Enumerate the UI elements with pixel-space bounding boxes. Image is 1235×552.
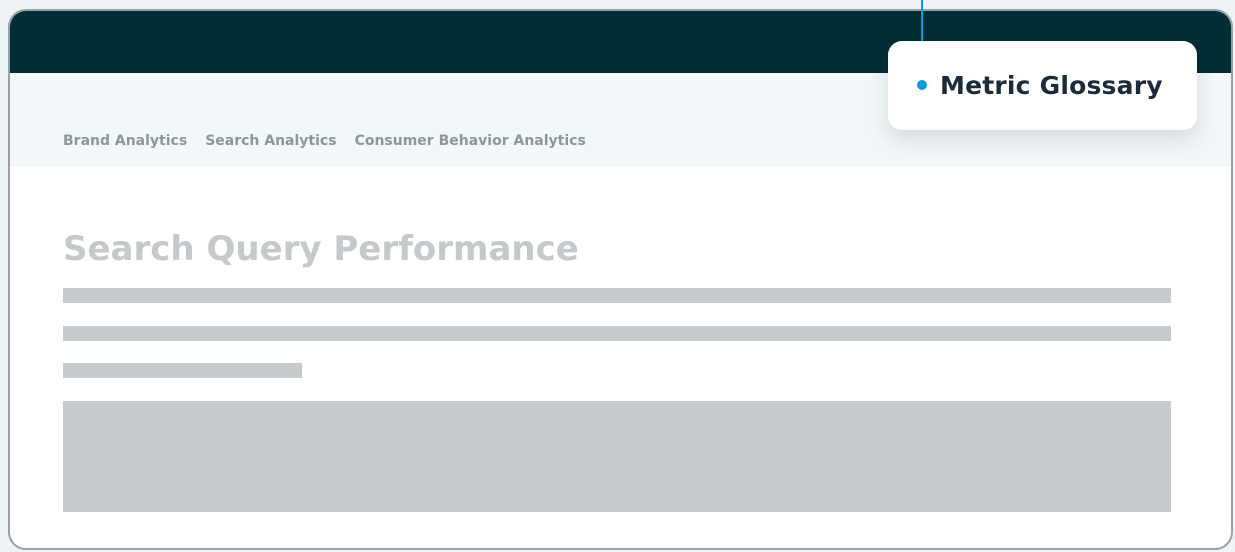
page-title: Search Query Performance [63,229,579,269]
skeleton-line-1 [63,288,1171,303]
metric-glossary-callout[interactable]: Metric Glossary [888,41,1197,130]
nav-link-search-analytics[interactable]: Search Analytics [205,133,336,149]
skeleton-line-3 [63,363,302,378]
skeleton-content-block [63,401,1171,512]
metric-glossary-label: Metric Glossary [940,71,1163,100]
analytics-nav: Brand Analytics Search Analytics Consume… [63,133,586,149]
nav-link-brand-analytics[interactable]: Brand Analytics [63,133,187,149]
skeleton-line-2 [63,326,1171,341]
callout-pointer-dot [917,80,927,90]
nav-link-consumer-behavior-analytics[interactable]: Consumer Behavior Analytics [355,133,586,149]
